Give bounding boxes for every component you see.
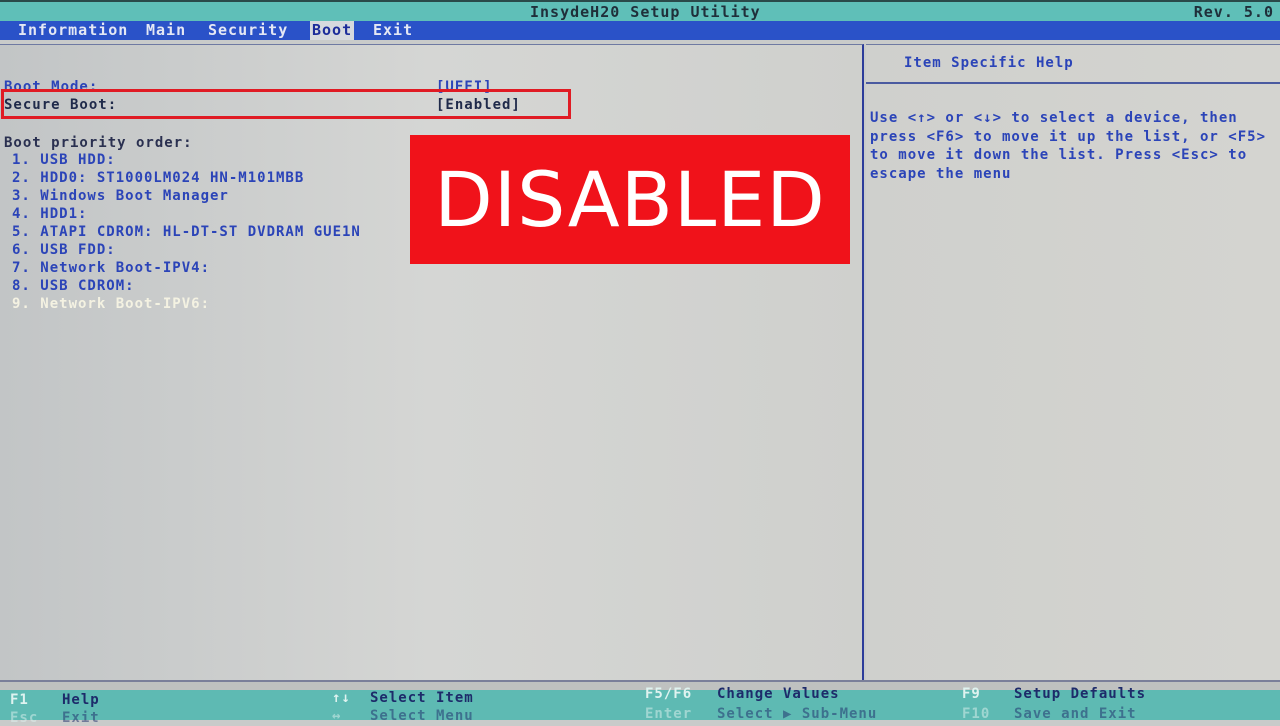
help-title: Item Specific Help xyxy=(904,55,1074,71)
boot-priority-item[interactable]: 4. HDD1: xyxy=(12,206,87,222)
help-text: Use <↑> or <↓> to select a device, then … xyxy=(870,110,1267,182)
tab-main[interactable]: Main xyxy=(144,21,188,40)
key-leftright-desc: Select Menu xyxy=(370,708,474,724)
key-esc-desc: Exit xyxy=(62,710,100,726)
key-legend-bar: F1 Help ↑↓ Select Item F5/F6 Change Valu… xyxy=(0,686,1280,726)
key-leftright: ↔ xyxy=(332,708,342,724)
boot-priority-item[interactable]: 2. HDD0: ST1000LM024 HN-M101MBB xyxy=(12,170,304,186)
key-f9: F9 xyxy=(962,686,981,702)
key-updown: ↑↓ xyxy=(332,690,351,706)
title-bar: InsydeH20 Setup Utility Rev. 5.0 xyxy=(0,0,1280,21)
boot-priority-title: Boot priority order: xyxy=(4,135,193,151)
menu-bar: Information Main Security Boot Exit xyxy=(0,21,1280,40)
boot-priority-item[interactable]: 7. Network Boot-IPV4: xyxy=(12,260,210,276)
key-f5f6-desc: Change Values xyxy=(717,686,840,702)
boot-priority-item[interactable]: 6. USB FDD: xyxy=(12,242,116,258)
tab-security[interactable]: Security xyxy=(206,21,290,40)
key-esc: Esc xyxy=(10,710,39,726)
help-panel: Item Specific Help Use <↑> or <↓> to sel… xyxy=(866,44,1280,680)
tab-boot[interactable]: Boot xyxy=(310,21,355,40)
disabled-banner: DISABLED xyxy=(410,135,850,264)
key-f1: F1 xyxy=(10,692,29,708)
tab-information[interactable]: Information xyxy=(16,21,130,40)
key-f9-desc: Setup Defaults xyxy=(1014,686,1147,702)
revision-label: Rev. 5.0 xyxy=(1193,3,1274,21)
key-updown-desc: Select Item xyxy=(370,690,474,706)
secure-boot-highlight-box xyxy=(1,89,571,119)
tab-exit[interactable]: Exit xyxy=(371,21,415,40)
key-f1-desc: Help xyxy=(62,692,100,708)
boot-priority-item-selected[interactable]: 9. Network Boot-IPV6: xyxy=(12,296,210,312)
boot-priority-item[interactable]: 8. USB CDROM: xyxy=(12,278,135,294)
boot-priority-item[interactable]: 1. USB HDD: xyxy=(12,152,116,168)
key-f5f6: F5/F6 xyxy=(645,686,693,702)
boot-priority-item[interactable]: 5. ATAPI CDROM: HL-DT-ST DVDRAM GUE1N xyxy=(12,224,361,240)
app-title: InsydeH20 Setup Utility xyxy=(530,3,761,21)
boot-priority-item[interactable]: 3. Windows Boot Manager xyxy=(12,188,229,204)
help-divider xyxy=(866,82,1280,84)
